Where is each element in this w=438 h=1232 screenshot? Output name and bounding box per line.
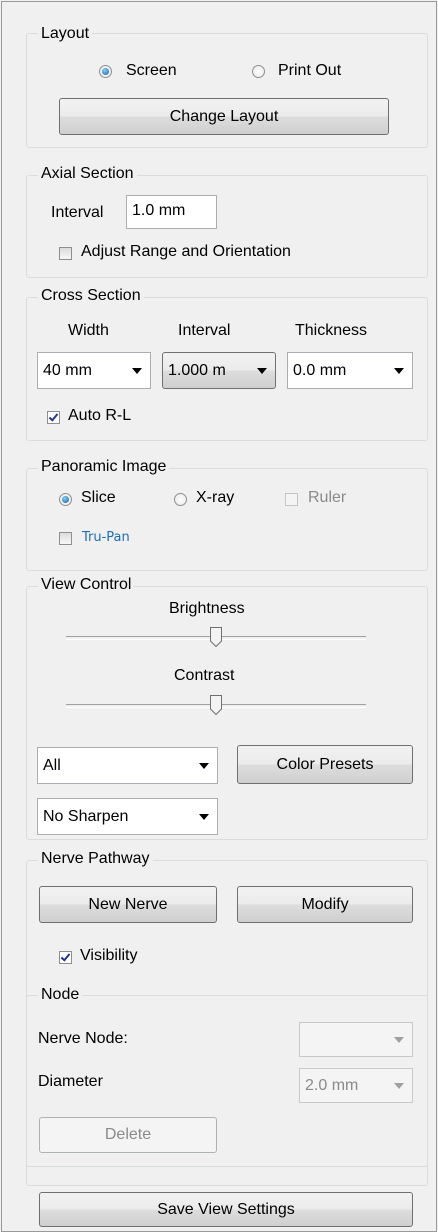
view-settings-panel: Layout Screen Print Out Change Layout Ax… xyxy=(1,1,437,1232)
nerve-node-label: Nerve Node: xyxy=(38,1030,128,1047)
contrast-label: Contrast xyxy=(174,667,235,684)
diameter-label: Diameter xyxy=(38,1073,103,1090)
ruler-label[interactable]: Ruler xyxy=(308,488,346,508)
chevron-down-icon xyxy=(257,367,267,374)
chevron-down-icon xyxy=(394,1036,404,1043)
diameter-combo[interactable]: 2.0 mm xyxy=(299,1068,413,1103)
xray-radio-label[interactable]: X-ray xyxy=(196,488,234,508)
cross-width-label: Width xyxy=(68,322,109,339)
trupan-logo: Tru-Pan xyxy=(82,530,130,545)
new-nerve-button[interactable]: New Nerve xyxy=(39,886,217,923)
axial-section-title: Axial Section xyxy=(38,165,137,183)
delete-button[interactable]: Delete xyxy=(39,1117,217,1153)
axial-interval-input[interactable]: 1.0 mm xyxy=(126,195,217,229)
cross-thickness-label: Thickness xyxy=(295,322,368,339)
cross-section-title: Cross Section xyxy=(38,287,144,305)
chevron-down-icon xyxy=(132,367,142,374)
screen-radio-label[interactable]: Screen xyxy=(126,61,177,81)
print-out-radio-label[interactable]: Print Out xyxy=(278,61,341,81)
cross-width-value: 40 mm xyxy=(43,361,92,379)
slice-radio-label[interactable]: Slice xyxy=(81,488,116,508)
axial-section-group xyxy=(26,175,428,278)
chevron-down-icon xyxy=(199,813,209,820)
chevron-down-icon xyxy=(199,762,209,769)
panoramic-title: Panoramic Image xyxy=(38,458,170,476)
print-out-radio[interactable] xyxy=(252,65,265,78)
chevron-down-icon xyxy=(394,367,404,374)
change-layout-button[interactable]: Change Layout xyxy=(59,98,389,135)
auto-rl-checkbox[interactable] xyxy=(47,411,60,424)
chevron-down-icon xyxy=(394,1082,404,1089)
color-presets-button[interactable]: Color Presets xyxy=(237,745,413,784)
cross-thickness-combo[interactable]: 0.0 mm xyxy=(287,352,413,389)
cross-interval-combo[interactable]: 1.000 m xyxy=(162,352,276,389)
sharpen-combo[interactable]: No Sharpen xyxy=(37,798,218,835)
nerve-node-combo[interactable] xyxy=(299,1022,413,1057)
filter-combo[interactable]: All xyxy=(37,747,218,784)
sharpen-value: No Sharpen xyxy=(43,807,129,825)
axial-interval-label: Interval xyxy=(51,204,104,221)
brightness-label: Brightness xyxy=(169,600,245,617)
nerve-pathway-title: Nerve Pathway xyxy=(38,850,153,868)
contrast-slider-thumb[interactable] xyxy=(209,694,223,716)
adjust-range-label[interactable]: Adjust Range and Orientation xyxy=(81,242,291,262)
visibility-checkbox[interactable] xyxy=(59,951,72,964)
save-view-settings-button[interactable]: Save View Settings xyxy=(39,1192,413,1227)
cross-interval-value: 1.000 m xyxy=(168,361,226,379)
axial-interval-value: 1.0 mm xyxy=(132,202,186,219)
adjust-range-checkbox[interactable] xyxy=(59,247,72,260)
screen-radio[interactable] xyxy=(99,65,112,78)
trupan-checkbox[interactable] xyxy=(59,532,72,545)
xray-radio[interactable] xyxy=(174,493,187,506)
cross-width-combo[interactable]: 40 mm xyxy=(37,352,151,389)
visibility-label[interactable]: Visibility xyxy=(80,946,138,966)
cross-interval-label: Interval xyxy=(178,322,231,339)
modify-button[interactable]: Modify xyxy=(237,886,413,923)
cross-thickness-value: 0.0 mm xyxy=(293,361,347,379)
slice-radio[interactable] xyxy=(59,493,72,506)
auto-rl-label[interactable]: Auto R-L xyxy=(68,406,131,426)
brightness-slider-thumb[interactable] xyxy=(209,626,223,648)
diameter-value: 2.0 mm xyxy=(305,1076,359,1094)
filter-value: All xyxy=(43,756,61,774)
ruler-checkbox[interactable] xyxy=(285,493,298,506)
node-title: Node xyxy=(38,986,83,1004)
panoramic-group xyxy=(26,468,428,571)
layout-group-title: Layout xyxy=(38,25,93,43)
view-control-title: View Control xyxy=(38,576,135,594)
